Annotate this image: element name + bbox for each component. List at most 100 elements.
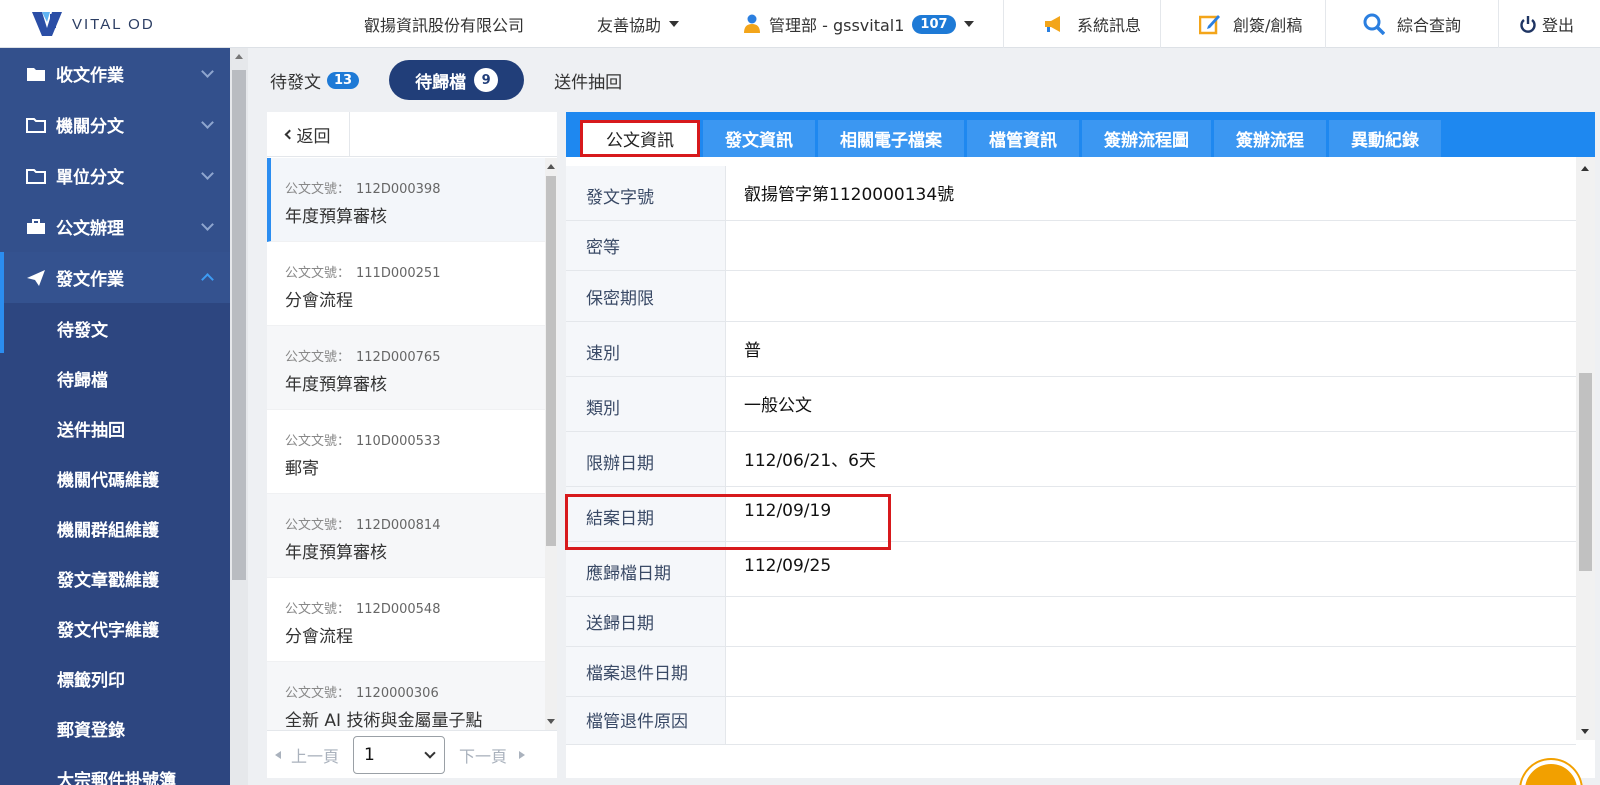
doc-number-label: 公文文號： — [285, 434, 351, 449]
tab-withdraw[interactable]: 送件抽回 — [554, 68, 622, 93]
scrollbar-thumb[interactable] — [1579, 373, 1592, 571]
doc-title: 分會流程 — [285, 627, 353, 647]
info-label: 速別 — [566, 322, 726, 376]
system-message-label: 系統訊息 — [1077, 16, 1142, 35]
sidebar-item-prefix[interactable]: 發文代字維護 — [0, 603, 230, 653]
info-row-return-date: 檔案退件日期 — [566, 647, 1576, 697]
list-scrollbar[interactable] — [545, 158, 557, 730]
list-item[interactable]: 公文文號： 1120000306 全新 AI 技術與金屬量子點 — [267, 662, 545, 730]
list-item[interactable]: 公文文號： 112D000398 年度預算審核 — [267, 158, 545, 242]
doc-number-value: 111D000251 — [356, 266, 441, 281]
info-label: 密等 — [566, 221, 726, 270]
sidebar-item-pending-send[interactable]: 待發文 — [0, 303, 230, 353]
list-item[interactable]: 公文文號： 112D000814 年度預算審核 — [267, 494, 545, 578]
assist-menu[interactable]: 友善協助 — [597, 0, 680, 48]
document-list: 公文文號： 112D000398 年度預算審核 公文文號： 111D000251 分… — [267, 158, 545, 730]
sidebar-item-label-print[interactable]: 標籤列印 — [0, 653, 230, 703]
sidebar-group-receive[interactable]: 收文作業 — [0, 48, 230, 99]
next-page-button[interactable]: 下一頁 — [459, 743, 507, 767]
info-label: 應歸檔日期 — [566, 542, 726, 596]
sidebar-item-stamp[interactable]: 發文章戳維護 — [0, 553, 230, 603]
logout-label: 登出 — [1542, 16, 1575, 35]
sidebar-item-postage[interactable]: 郵資登錄 — [0, 703, 230, 753]
assist-label: 友善協助 — [597, 16, 662, 35]
doc-number: 公文文號： 112D000548 — [285, 598, 545, 617]
scroll-up-icon[interactable] — [547, 164, 555, 169]
back-label: 返回 — [296, 126, 331, 147]
doc-number: 公文文號： 112D000398 — [285, 178, 545, 197]
query-button[interactable]: 綜合查詢 — [1363, 0, 1461, 48]
tab-flow[interactable]: 簽辦流程 — [1214, 120, 1326, 157]
tab-label: 待歸檔 — [415, 72, 467, 93]
tab-pending-archive[interactable]: 待歸檔 9 — [389, 60, 525, 100]
page-select[interactable]: 1 — [353, 735, 446, 774]
user-icon — [744, 14, 760, 33]
page-select-value: 1 — [364, 744, 375, 765]
back-button[interactable]: 返回 — [267, 111, 350, 157]
sidebar-group-outgoing[interactable]: 發文作業 — [0, 252, 230, 303]
caret-down-icon — [669, 21, 680, 27]
logo[interactable]: VITAL OD — [30, 10, 155, 38]
list-item[interactable]: 公文文號： 112D000765 年度預算審核 — [267, 326, 545, 410]
scroll-up-icon[interactable] — [235, 54, 243, 59]
chevron-down-icon — [201, 218, 214, 231]
tab-label: 待發文 — [270, 72, 321, 93]
sidebar-item-label: 待歸檔 — [57, 370, 108, 391]
sidebar-group-agency-dispatch[interactable]: 機關分文 — [0, 99, 230, 150]
tab-change-log[interactable]: 異動紀錄 — [1329, 120, 1441, 157]
sidebar-item-agency-code[interactable]: 機關代碼維護 — [0, 453, 230, 503]
info-value: 普 — [744, 341, 761, 361]
divider — [1160, 0, 1161, 48]
divider — [1498, 0, 1499, 48]
tab-pending-send[interactable]: 待發文 13 — [270, 68, 360, 93]
sidebar-item-withdraw[interactable]: 送件抽回 — [0, 403, 230, 453]
doc-title: 全新 AI 技術與金屬量子點 — [285, 711, 483, 730]
sidebar-item-bulk-mail[interactable]: 大宗郵件掛號簿 — [0, 753, 230, 785]
tab-document-info[interactable]: 公文資訊 — [580, 120, 700, 157]
sidebar-item-pending-archive[interactable]: 待歸檔 — [0, 353, 230, 403]
info-value — [726, 647, 1576, 696]
prev-page-button[interactable]: 上一頁 — [291, 743, 339, 767]
scrollbar-thumb[interactable] — [232, 70, 246, 580]
tab-archive-info[interactable]: 檔管資訊 — [967, 120, 1079, 157]
info-row-speed: 速別 普 — [566, 322, 1576, 377]
scroll-up-icon[interactable] — [1581, 166, 1589, 171]
draft-label: 創簽/創稿 — [1233, 16, 1303, 35]
list-item[interactable]: 公文文號： 112D000548 分會流程 — [267, 578, 545, 662]
sidebar-item-label: 大宗郵件掛號簿 — [57, 770, 176, 785]
scrollbar-thumb[interactable] — [546, 176, 556, 546]
divider — [1003, 0, 1004, 48]
detail-scrollbar[interactable] — [1576, 157, 1595, 740]
user-badge: 107 — [912, 14, 956, 34]
system-message-button[interactable]: 系統訊息 — [1043, 0, 1141, 48]
info-label: 檔管退件原因 — [566, 697, 726, 744]
sidebar-item-agency-group[interactable]: 機關群組維護 — [0, 503, 230, 553]
list-item[interactable]: 公文文號： 110D000533 郵寄 — [267, 410, 545, 494]
scroll-down-icon[interactable] — [1581, 729, 1589, 734]
sidebar-scrollbar[interactable] — [230, 48, 248, 785]
sidebar-group-processing[interactable]: 公文辦理 — [0, 201, 230, 252]
user-menu[interactable]: 管理部 - gssvital1 107 — [743, 0, 974, 48]
draft-button[interactable]: 創簽/創稿 — [1199, 0, 1302, 48]
info-label: 限辦日期 — [566, 432, 726, 486]
tab-related-files[interactable]: 相關電子檔案 — [818, 120, 964, 157]
doc-number-value: 110D000533 — [356, 434, 441, 449]
list-item[interactable]: 公文文號： 111D000251 分會流程 — [267, 242, 545, 326]
logout-button[interactable]: 登出 — [1520, 0, 1574, 48]
info-label: 發文字號 — [566, 166, 726, 220]
sidebar-group-label: 發文作業 — [56, 270, 124, 290]
info-row-secrecy: 密等 — [566, 221, 1576, 271]
doc-title: 郵寄 — [285, 459, 319, 479]
tab-send-info[interactable]: 發文資訊 — [703, 120, 815, 157]
doc-title: 年度預算審核 — [285, 207, 387, 227]
status-tabs: 待發文 13 待歸檔 9 送件抽回 — [270, 60, 652, 100]
tab-label: 送件抽回 — [554, 72, 623, 93]
doc-number-value: 112D000548 — [356, 602, 441, 617]
scroll-down-icon[interactable] — [547, 719, 555, 724]
paper-plane-icon — [26, 269, 46, 286]
tab-flow-chart[interactable]: 簽辦流程圖 — [1082, 120, 1211, 157]
info-row-category: 類別 一般公文 — [566, 377, 1576, 432]
doc-number-value: 112D000765 — [356, 350, 441, 365]
sidebar-group-unit-dispatch[interactable]: 單位分文 — [0, 150, 230, 201]
sidebar-group-label: 單位分文 — [56, 168, 124, 188]
